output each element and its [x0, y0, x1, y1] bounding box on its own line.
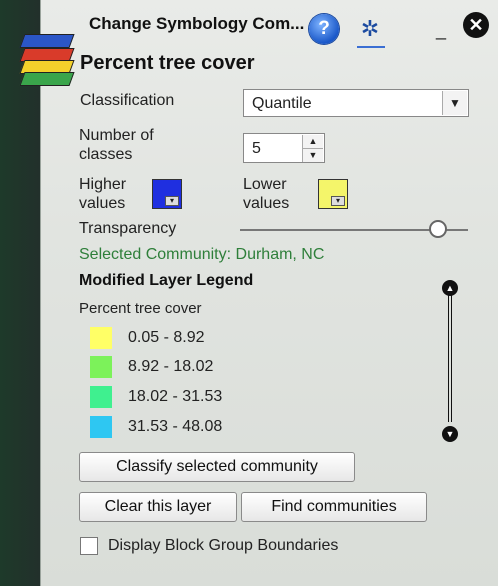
legend-subheading: Percent tree cover: [79, 300, 202, 317]
transparency-label: Transparency: [79, 220, 177, 237]
num-classes-value: 5: [252, 140, 261, 157]
classification-value: Quantile: [252, 95, 312, 112]
legend-swatch: [90, 386, 112, 408]
picker-caret-icon: ▾: [165, 196, 179, 206]
layer-green: [19, 72, 75, 86]
layer-blue: [19, 34, 75, 48]
settings-icon[interactable]: ✲: [355, 14, 385, 44]
classification-select[interactable]: Quantile ▼: [243, 89, 469, 117]
classify-selected-button[interactable]: Classify selected community: [79, 452, 355, 482]
minimize-icon[interactable]: _: [430, 21, 452, 39]
block-group-label: Display Block Group Boundaries: [108, 537, 339, 554]
window-title: Change Symbology Com...: [89, 14, 305, 33]
lower-values-label: Lower values: [243, 176, 290, 212]
legend-swatch: [90, 356, 112, 378]
legend-range: 0.05 - 8.92: [128, 329, 205, 346]
scroll-down-icon[interactable]: ▼: [442, 426, 458, 442]
block-group-checkbox[interactable]: [80, 537, 98, 555]
classification-label: Classification: [80, 92, 175, 109]
close-icon[interactable]: ✕: [463, 12, 489, 38]
layer-title: Percent tree cover: [80, 52, 255, 74]
settings-active-indicator: [357, 46, 385, 48]
stepper-down-icon[interactable]: ▼: [302, 149, 323, 162]
help-icon[interactable]: ?: [309, 14, 339, 44]
find-communities-button[interactable]: Find communities: [241, 492, 427, 522]
legend-range: 8.92 - 18.02: [128, 358, 214, 375]
selected-community-text: Selected Community: Durham, NC: [79, 246, 325, 263]
stepper-up-icon[interactable]: ▲: [302, 135, 323, 149]
higher-color-picker[interactable]: ▾: [152, 179, 182, 209]
clear-layer-button[interactable]: Clear this layer: [79, 492, 237, 522]
higher-values-label: Higher values: [79, 176, 127, 212]
legend-swatch: [90, 416, 112, 438]
legend-range: 31.53 - 48.08: [128, 418, 223, 435]
chevron-down-icon[interactable]: ▼: [442, 91, 467, 115]
num-classes-stepper[interactable]: 5 ▲ ▼: [243, 133, 325, 163]
layers-stack-icon: [12, 30, 76, 88]
legend-range: 18.02 - 31.53: [128, 388, 223, 405]
lower-color-picker[interactable]: ▾: [318, 179, 348, 209]
legend-scrollbar[interactable]: [448, 292, 452, 422]
picker-caret-icon: ▾: [331, 196, 345, 206]
legend-heading: Modified Layer Legend: [79, 272, 254, 289]
legend-swatch: [90, 327, 112, 349]
num-classes-label: Number of classes: [79, 127, 154, 163]
